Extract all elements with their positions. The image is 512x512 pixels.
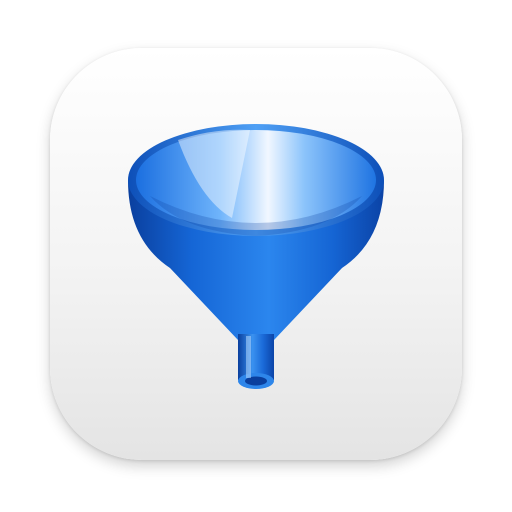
funnel-stem-shine xyxy=(246,336,251,378)
funnel-opening xyxy=(136,130,376,230)
app-icon-stage xyxy=(0,0,512,512)
funnel-icon xyxy=(128,124,384,389)
